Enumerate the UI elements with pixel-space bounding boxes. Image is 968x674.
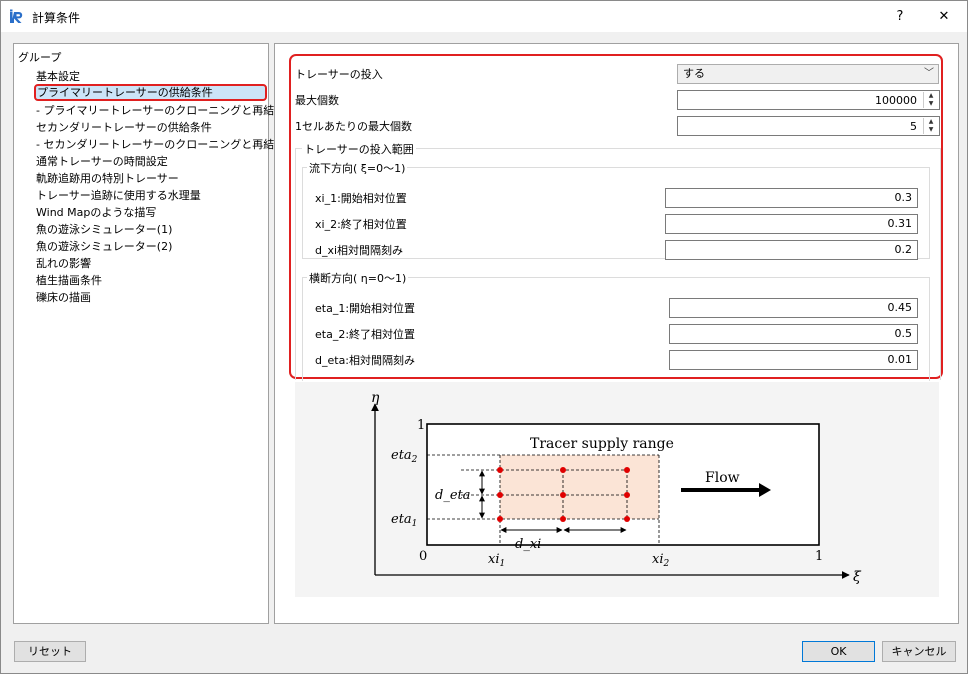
reset-button[interactable]: リセット xyxy=(14,641,86,662)
tree-item-secondary-cloning[interactable]: - セカンダリートレーサーのクローニングと再結合 xyxy=(36,136,285,153)
tracer-input-select[interactable]: する ﹀ xyxy=(677,64,939,84)
tree-item-hydraulics[interactable]: トレーサー追跡に使用する水理量 xyxy=(36,187,201,204)
chevron-down-icon: ﹀ xyxy=(924,68,934,79)
tree-item-wind-map[interactable]: Wind Mapのような描写 xyxy=(36,204,156,221)
title-bar: 計算条件 ? ✕ xyxy=(1,1,967,32)
max-per-cell-label: 1セルあたりの最大個数 xyxy=(295,120,412,133)
tree-item-trajectory[interactable]: 軌跡追跡用の特別トレーサー xyxy=(36,170,179,187)
group-tree[interactable]: グループ 基本設定 プライマリートレーサーの供給条件 - プライマリートレーサー… xyxy=(13,43,285,624)
d-xi-label: d_xi xyxy=(515,537,541,552)
eta2-label: eta2 xyxy=(391,448,418,465)
tracer-input-value: する xyxy=(683,67,705,80)
spin-up-icon[interactable]: ▲ xyxy=(924,92,938,100)
xi-one-label: 1 xyxy=(815,549,823,564)
stream-groupbox: 流下方向( ξ=0〜1) xi_1:開始相対位置 0.3 xi_2:終了相対位置… xyxy=(302,160,930,260)
max-count-label: 最大個数 xyxy=(295,94,339,107)
xi1-label: xi1 xyxy=(488,552,505,569)
tree-item-basic[interactable]: 基本設定 xyxy=(36,68,80,85)
window-title: 計算条件 xyxy=(32,11,81,25)
eta1-input[interactable]: 0.45 xyxy=(669,298,918,318)
d-eta-label: d_eta xyxy=(435,488,471,503)
tree-item-fish-2[interactable]: 魚の遊泳シミュレーター(2) xyxy=(36,238,172,255)
help-button[interactable]: ? xyxy=(877,1,923,32)
spin-down-icon[interactable]: ▼ xyxy=(924,126,938,134)
xi1-label: xi_1:開始相対位置 xyxy=(315,192,407,205)
settings-panel: トレーサーの投入 する ﹀ 最大個数 100000 ▲ ▼ 1セルあたりの最大個… xyxy=(274,43,959,624)
tree-header: グループ xyxy=(18,51,62,64)
xi2-label: xi2 xyxy=(652,552,670,569)
cross-group-title: 横断方向( η=0〜1) xyxy=(307,270,409,286)
tree-item-normal-time[interactable]: 通常トレーサーの時間設定 xyxy=(36,153,168,170)
max-per-cell-spinbox[interactable]: 5 ▲ ▼ xyxy=(677,116,940,136)
eta2-input[interactable]: 0.5 xyxy=(669,324,918,344)
supply-range-area xyxy=(500,455,659,519)
eta2-label: eta_2:終了相対位置 xyxy=(315,328,416,341)
xi2-input[interactable]: 0.31 xyxy=(665,214,918,234)
tree-item-secondary-supply[interactable]: セカンダリートレーサーの供給条件 xyxy=(36,119,212,136)
xi2-label: xi_2:終了相対位置 xyxy=(315,218,407,231)
max-count-steppers: ▲ ▼ xyxy=(923,92,938,108)
settings-form: トレーサーの投入 する ﹀ 最大個数 100000 ▲ ▼ 1セルあたりの最大個… xyxy=(289,54,943,381)
max-count-spinbox[interactable]: 100000 ▲ ▼ xyxy=(677,90,940,110)
xi1-input[interactable]: 0.3 xyxy=(665,188,918,208)
close-button[interactable]: ✕ xyxy=(921,1,967,32)
xi-axis-label: ξ xyxy=(853,569,862,585)
eta1-label: eta_1:開始相対位置 xyxy=(315,302,416,315)
tree-item-turbulence[interactable]: 乱れの影響 xyxy=(36,255,91,272)
deta-input[interactable]: 0.01 xyxy=(669,350,918,370)
deta-label: d_eta:相対間隔刻み xyxy=(315,354,416,367)
spin-up-icon[interactable]: ▲ xyxy=(924,118,938,126)
supply-range-diagram: η ξ Tracer supply range Flow 1 0 1 eta2 … xyxy=(295,382,939,597)
dxi-label: d_xi相対間隔刻み xyxy=(315,244,404,257)
tree-item-fish-1[interactable]: 魚の遊泳シミュレーター(1) xyxy=(36,221,172,238)
eta1-label: eta1 xyxy=(391,512,417,529)
dxi-input[interactable]: 0.2 xyxy=(665,240,918,260)
cross-groupbox: 横断方向( η=0〜1) eta_1:開始相対位置 0.45 eta_2:終了相… xyxy=(302,270,930,381)
tracer-input-label: トレーサーの投入 xyxy=(295,68,383,81)
spin-down-icon[interactable]: ▼ xyxy=(924,100,938,108)
flow-label: Flow xyxy=(705,470,740,486)
cancel-button[interactable]: キャンセル xyxy=(882,641,956,662)
origin-label: 0 xyxy=(419,549,427,564)
range-group-title: トレーサーの投入範囲 xyxy=(302,141,416,157)
eta-axis-label: η xyxy=(371,390,380,406)
range-groupbox: トレーサーの投入範囲 流下方向( ξ=0〜1) xi_1:開始相対位置 0.3 … xyxy=(295,141,941,381)
max-per-cell-value: 5 xyxy=(910,120,917,133)
eta-one-label: 1 xyxy=(417,418,425,433)
app-logo-icon xyxy=(10,9,23,23)
ok-button[interactable]: OK xyxy=(802,641,875,662)
tree-item-gravel[interactable]: 礫床の描画 xyxy=(36,289,91,306)
stream-group-title: 流下方向( ξ=0〜1) xyxy=(307,160,408,176)
max-count-value: 100000 xyxy=(875,94,917,107)
dialog-window: 計算条件 ? ✕ グループ 基本設定 プライマリートレーサーの供給条件 - プラ… xyxy=(0,0,968,674)
supply-range-title: Tracer supply range xyxy=(530,436,674,452)
max-per-cell-steppers: ▲ ▼ xyxy=(923,118,938,134)
tree-item-primary-supply[interactable]: プライマリートレーサーの供給条件 xyxy=(34,84,267,101)
tree-item-primary-cloning[interactable]: - プライマリートレーサーのクローニングと再結合 xyxy=(36,102,285,119)
tree-item-vegetation[interactable]: 植生描画条件 xyxy=(36,272,102,289)
